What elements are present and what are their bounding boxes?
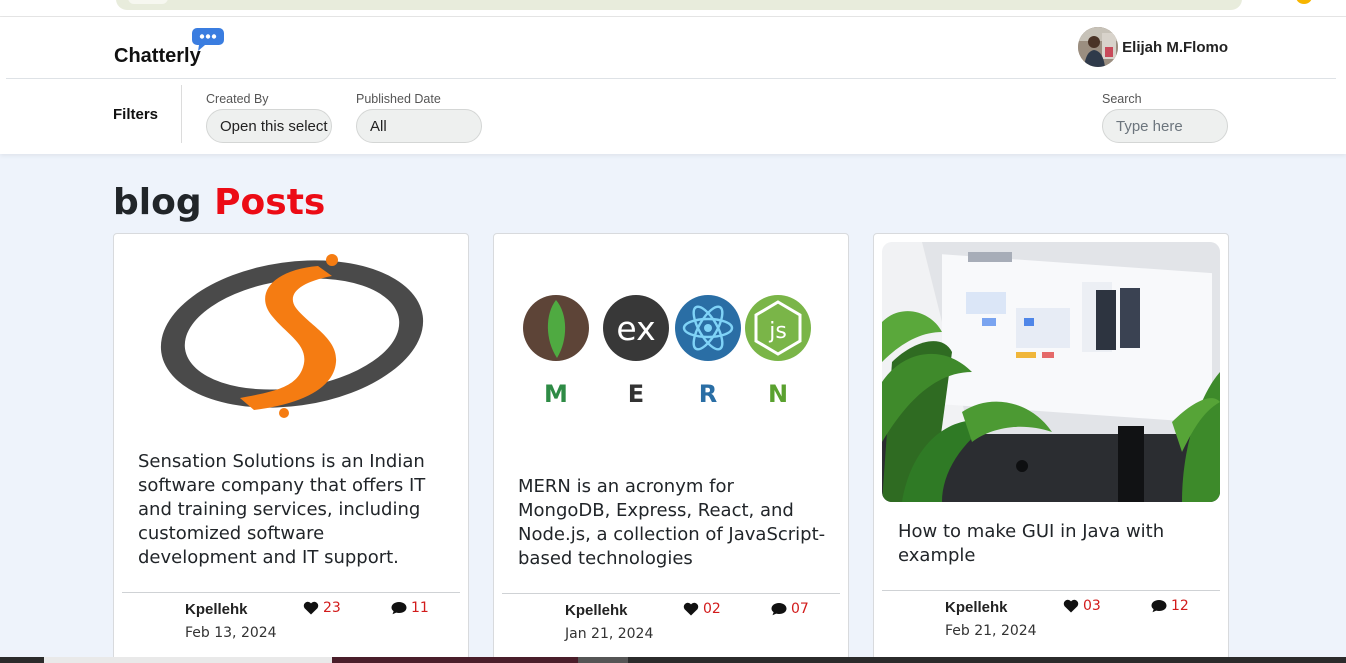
comment-count: 12 xyxy=(1171,598,1189,614)
os-taskbar xyxy=(0,657,1346,663)
post-title[interactable]: Sensation Solutions is an Indian softwar… xyxy=(138,450,448,570)
post-image-java-gui[interactable] xyxy=(882,242,1220,502)
created-by-label: Created By xyxy=(206,92,269,106)
brand-name: Chatterly xyxy=(114,45,201,67)
mern-letter: M xyxy=(544,380,568,408)
address-bar[interactable] xyxy=(116,0,1242,10)
express-mark: ex xyxy=(616,309,655,348)
post-date: Feb 13, 2024 xyxy=(185,625,277,641)
search-placeholder: Type here xyxy=(1116,117,1183,135)
page-title-part1: blog xyxy=(113,182,202,223)
filters-bar: Filters Created By Open this select menu… xyxy=(0,79,1346,154)
comment-count: 11 xyxy=(411,600,429,616)
node-mark: js xyxy=(768,319,787,344)
post-card[interactable]: Sensation Solutions is an Indian softwar… xyxy=(113,233,469,663)
search-filter: Search Type here xyxy=(1102,91,1228,143)
mern-letter: R xyxy=(699,380,717,408)
filters-label: Filters xyxy=(113,106,159,123)
heart-icon xyxy=(303,601,319,615)
post-card[interactable]: How to make GUI in Java with example Kpe… xyxy=(873,233,1229,663)
menu-icon[interactable] xyxy=(1262,0,1274,2)
page-title: blog Posts xyxy=(113,181,325,225)
post-title[interactable]: How to make GUI in Java with example xyxy=(898,520,1208,568)
like-button[interactable]: 23 xyxy=(303,600,341,616)
comment-icon xyxy=(771,603,787,616)
post-author: Kpellehk xyxy=(945,599,1008,616)
brand-logo[interactable]: Chatterly xyxy=(114,27,234,71)
heart-icon xyxy=(683,602,699,616)
comment-button[interactable]: 11 xyxy=(391,600,429,616)
like-count: 02 xyxy=(703,601,721,617)
comment-icon xyxy=(1151,600,1167,613)
comment-button[interactable]: 07 xyxy=(771,601,809,617)
search-input[interactable]: Type here xyxy=(1102,109,1228,143)
published-date-filter: Published Date All xyxy=(356,91,482,143)
published-date-value: All xyxy=(370,117,387,135)
created-by-select[interactable]: Open this select menu xyxy=(206,109,332,143)
page-title-part2: Posts xyxy=(214,182,326,223)
post-author: Kpellehk xyxy=(565,602,628,619)
like-count: 03 xyxy=(1083,598,1101,614)
post-date: Feb 21, 2024 xyxy=(945,623,1037,639)
mern-letter: N xyxy=(768,380,788,408)
avatar[interactable] xyxy=(1078,27,1119,67)
post-card[interactable]: ex js M E R N MERN is an acronym for Mon… xyxy=(493,233,849,663)
divider xyxy=(181,85,182,143)
post-image-mern[interactable]: ex js M E R N xyxy=(502,242,840,502)
post-date: Jan 21, 2024 xyxy=(565,626,654,642)
user-name: Elijah M.Flomo xyxy=(1122,38,1228,56)
browser-toolbar xyxy=(0,0,1346,17)
created-by-value: Open this select menu xyxy=(220,117,331,135)
like-button[interactable]: 03 xyxy=(1063,598,1101,614)
published-date-label: Published Date xyxy=(356,92,441,106)
created-by-filter: Created By Open this select menu xyxy=(206,91,332,143)
like-count: 23 xyxy=(323,600,341,616)
comment-icon xyxy=(391,602,407,615)
like-button[interactable]: 02 xyxy=(683,601,721,617)
post-title[interactable]: MERN is an acronym for MongoDB, Express,… xyxy=(518,475,828,571)
divider xyxy=(502,593,840,594)
published-date-select[interactable]: All xyxy=(356,109,482,143)
post-author: Kpellehk xyxy=(185,601,248,618)
profile-icon[interactable] xyxy=(1296,0,1312,4)
comment-count: 07 xyxy=(791,601,809,617)
navbar: Chatterly Elijah M.Flomo xyxy=(6,17,1336,79)
mern-letter: E xyxy=(628,380,644,408)
heart-icon xyxy=(1063,599,1079,613)
comment-button[interactable]: 12 xyxy=(1151,598,1189,614)
divider xyxy=(882,590,1220,591)
site-header: Chatterly Elijah M.Flomo Filters Created… xyxy=(0,17,1346,154)
user-menu[interactable]: Elijah M.Flomo xyxy=(1078,27,1228,67)
search-label: Search xyxy=(1102,92,1142,106)
divider xyxy=(122,592,460,593)
chat-bubble-icon xyxy=(192,28,224,51)
